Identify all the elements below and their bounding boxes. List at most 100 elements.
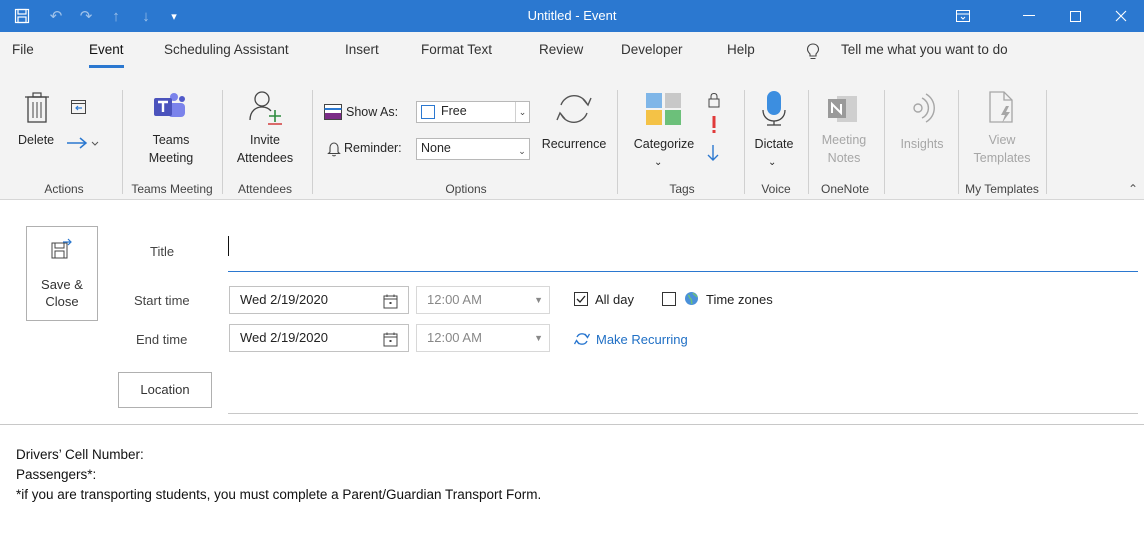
chevron-down-icon[interactable]: ⌄	[515, 139, 529, 159]
close-icon[interactable]	[1098, 0, 1144, 32]
chevron-down-icon[interactable]: ▼	[534, 287, 543, 313]
start-time-value: 12:00 AM	[427, 292, 482, 307]
categorize-button[interactable]: Categorize	[628, 136, 700, 153]
group-label-options: Options	[445, 182, 487, 196]
insights-icon	[904, 92, 936, 127]
tab-insert[interactable]: Insert	[345, 32, 379, 70]
show-as-label: Show As:	[346, 105, 399, 119]
tab-format-text[interactable]: Format Text	[421, 32, 492, 70]
invite-attendees-label-2[interactable]: Attendees	[230, 150, 300, 167]
ribbon: Delete Actions Teams Meeting Teams Meeti…	[0, 70, 1144, 200]
tab-scheduling-assistant[interactable]: Scheduling Assistant	[164, 32, 289, 70]
group-separator	[808, 90, 809, 194]
ribbon-display-options-icon[interactable]	[940, 0, 986, 32]
redo-icon[interactable]: ↷	[72, 0, 100, 32]
group-label-my-templates: My Templates	[965, 182, 1039, 196]
title-label: Title	[150, 244, 175, 259]
maximize-icon[interactable]	[1052, 0, 1098, 32]
title-input[interactable]	[228, 234, 1138, 272]
start-date-field[interactable]: Wed 2/19/2020	[229, 286, 409, 314]
end-date-field[interactable]: Wed 2/19/2020	[229, 324, 409, 352]
calendar-icon[interactable]	[383, 292, 398, 318]
copy-to-calendar-icon[interactable]	[70, 98, 88, 119]
tab-review[interactable]: Review	[539, 32, 583, 70]
next-item-icon[interactable]: ↓	[132, 0, 160, 32]
group-separator	[122, 90, 123, 194]
previous-item-icon[interactable]: ↑	[102, 0, 130, 32]
group-label-voice: Voice	[761, 182, 791, 196]
invite-attendees-label-1[interactable]: Invite	[240, 132, 290, 149]
group-separator	[312, 90, 313, 194]
chevron-down-icon[interactable]: ⌄	[768, 154, 776, 171]
body-line: *if you are transporting students, you m…	[16, 487, 542, 502]
undo-icon[interactable]: ↶	[42, 0, 70, 32]
tab-file[interactable]: File	[12, 32, 34, 70]
group-separator	[1046, 90, 1047, 194]
view-templates-icon	[988, 90, 1016, 129]
time-zones-checkbox[interactable]	[662, 292, 676, 306]
make-recurring-link[interactable]: Make Recurring	[596, 332, 688, 347]
chevron-down-icon[interactable]: ▼	[534, 325, 543, 351]
end-date-value: Wed 2/19/2020	[240, 330, 328, 345]
body-line: Passengers*:	[16, 467, 97, 482]
invite-attendees-icon[interactable]	[248, 90, 284, 129]
start-time-dropdown[interactable]: 12:00 AM ▼	[416, 286, 550, 314]
recurrence-button[interactable]: Recurrence	[536, 136, 612, 153]
tab-help[interactable]: Help	[727, 32, 755, 70]
delete-button[interactable]: Delete	[18, 132, 54, 149]
event-body[interactable]: Drivers’ Cell Number: Passengers*: *if y…	[16, 445, 541, 505]
teams-icon[interactable]	[152, 92, 186, 125]
all-day-checkbox[interactable]	[574, 292, 588, 306]
end-time-value: 12:00 AM	[427, 330, 482, 345]
minimize-icon[interactable]	[1006, 0, 1052, 32]
all-day-label: All day	[595, 292, 635, 307]
view-templates-label-2: Templates	[973, 151, 1031, 165]
chevron-down-icon[interactable]: ⌄	[515, 102, 529, 122]
tab-event[interactable]: Event	[89, 32, 124, 70]
customize-qat-icon[interactable]: ▾	[160, 0, 188, 32]
location-button[interactable]: Location	[118, 372, 212, 408]
group-separator	[617, 90, 618, 194]
teams-meeting-label-1[interactable]: Teams	[146, 132, 196, 149]
meeting-notes-label-2: Notes	[827, 151, 861, 165]
bell-icon	[327, 141, 341, 160]
low-importance-icon[interactable]	[706, 144, 720, 165]
forward-arrow-icon[interactable]	[66, 136, 100, 153]
chevron-down-icon[interactable]: ⌄	[654, 154, 662, 171]
show-as-dropdown[interactable]: Free ⌄	[416, 101, 530, 123]
private-lock-icon[interactable]	[707, 92, 721, 111]
teams-meeting-label-2[interactable]: Meeting	[144, 150, 198, 167]
show-as-value: Free	[441, 104, 467, 118]
reminder-dropdown[interactable]: None ⌄	[416, 138, 530, 160]
calendar-icon[interactable]	[383, 330, 398, 356]
dictate-button[interactable]: Dictate	[748, 136, 800, 153]
globe-icon	[684, 291, 699, 309]
end-time-label: End time	[136, 332, 188, 347]
start-time-label: Start time	[134, 293, 190, 308]
group-separator	[222, 90, 223, 194]
collapse-ribbon-icon[interactable]: ⌃	[1128, 182, 1138, 196]
trash-icon[interactable]	[24, 92, 50, 127]
reminder-label: Reminder:	[344, 141, 402, 155]
group-label-teams-meeting: Teams Meeting	[131, 182, 213, 196]
location-input[interactable]	[228, 372, 1138, 414]
tell-me-search[interactable]: Tell me what you want to do	[841, 32, 1008, 70]
body-line: Drivers’ Cell Number:	[16, 447, 144, 462]
time-zones-label: Time zones	[706, 292, 773, 307]
group-label-onenote: OneNote	[820, 182, 870, 196]
save-icon[interactable]	[8, 0, 36, 32]
save-and-close-button[interactable]: Save & Close	[26, 226, 98, 321]
reminder-value: None	[421, 141, 451, 155]
free-color-swatch	[421, 105, 435, 119]
categorize-icon[interactable]	[645, 92, 683, 129]
body-divider	[0, 424, 1144, 425]
tab-developer[interactable]: Developer	[621, 32, 683, 70]
save-and-close-label-1: Save &	[41, 277, 83, 292]
microphone-icon[interactable]	[761, 90, 787, 129]
recurring-icon[interactable]	[573, 331, 591, 350]
group-separator	[884, 90, 885, 194]
high-importance-icon[interactable]	[710, 116, 718, 137]
recurrence-icon[interactable]	[554, 90, 594, 131]
end-time-dropdown[interactable]: 12:00 AM ▼	[416, 324, 550, 352]
group-separator	[958, 90, 959, 194]
